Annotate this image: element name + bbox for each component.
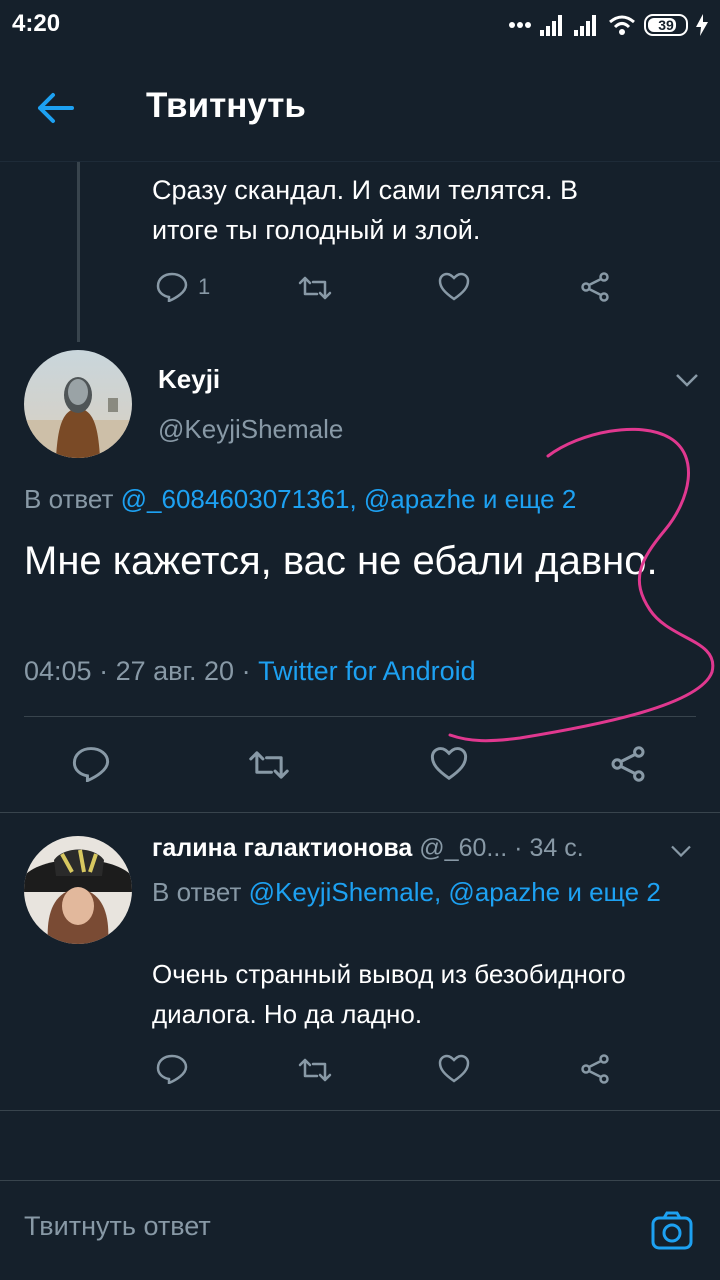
status-bar: 4:20 39	[0, 0, 720, 50]
author-handle[interactable]: @_60...	[419, 834, 507, 862]
tweet-meta: 04:05 · 27 авг. 20 · Twitter for Android	[24, 656, 476, 686]
divider	[0, 1110, 720, 1111]
reply-button[interactable]	[72, 746, 110, 782]
chevron-down-icon	[676, 374, 698, 387]
camera-button[interactable]	[650, 1209, 694, 1253]
reply-author-line: галина галактионова @_60... · 34 с.	[152, 834, 692, 863]
author-handle[interactable]: @KeyjiShemale	[158, 414, 343, 445]
avatar[interactable]	[24, 350, 132, 458]
share-button[interactable]	[580, 272, 610, 302]
wifi-icon	[608, 14, 636, 36]
share-icon	[581, 272, 609, 302]
reply-context: В ответ @_6084603071361, @apazhe и еще 2	[24, 484, 577, 514]
like-button[interactable]	[438, 1054, 470, 1084]
author-name[interactable]: галина галактионова	[152, 834, 412, 862]
avatar-image	[24, 350, 132, 458]
share-icon	[611, 746, 645, 782]
reply-mentions-link[interactable]: @KeyjiShemale, @apazhe и еще 2	[249, 877, 661, 907]
retweet-icon	[298, 276, 332, 300]
reply-icon	[72, 747, 110, 782]
camera-icon	[651, 1211, 693, 1250]
heart-icon	[438, 1054, 470, 1083]
author-name[interactable]: Keyji	[158, 364, 220, 395]
tweet-time: 04:05	[24, 656, 92, 686]
divider	[24, 716, 696, 717]
tweet-options-button[interactable]	[674, 370, 700, 390]
thread-line	[77, 162, 80, 342]
share-button[interactable]	[610, 746, 646, 782]
heart-icon	[438, 272, 470, 301]
tweet-time: · 34 с.	[514, 834, 584, 862]
arrow-left-icon	[38, 93, 74, 123]
divider	[0, 812, 720, 813]
status-icons: 39	[508, 12, 708, 38]
like-button[interactable]	[438, 272, 470, 302]
reply-icon	[156, 272, 188, 302]
back-button[interactable]	[34, 86, 78, 130]
retweet-icon	[249, 751, 289, 779]
chevron-down-icon	[671, 845, 691, 858]
compose-bar: Твитнуть ответ	[0, 1180, 720, 1280]
tweet-text: Мне кажется, вас не ебали давно.	[24, 539, 658, 583]
signal-icon	[540, 14, 566, 36]
battery-icon: 39	[644, 14, 688, 36]
share-button[interactable]	[580, 1054, 610, 1084]
app-header: Твитнуть	[0, 50, 720, 162]
previous-tweet-text[interactable]: Сразу скандал. И сами телятся. В итоге т…	[152, 170, 672, 250]
reply-count: 1	[198, 274, 211, 299]
retweet-button[interactable]	[297, 274, 333, 302]
reply-button[interactable]	[156, 1054, 188, 1084]
tweet-source-link[interactable]: Twitter for Android	[258, 656, 476, 686]
tweet-options-button[interactable]	[668, 842, 694, 860]
reply-compose-input[interactable]: Твитнуть ответ	[24, 1211, 211, 1242]
share-icon	[581, 1054, 609, 1084]
reply-context: В ответ @KeyjiShemale, @apazhe и еще 2	[152, 877, 661, 907]
retweet-button[interactable]	[297, 1056, 333, 1084]
tweet-text: Очень странный вывод из безобидного диал…	[152, 959, 626, 1029]
like-button[interactable]	[430, 746, 468, 782]
avatar-image	[24, 836, 132, 944]
page-title: Твитнуть	[146, 86, 306, 125]
heart-icon	[430, 747, 468, 781]
avatar[interactable]	[24, 836, 132, 944]
reply-mentions-link[interactable]: @_6084603071361, @apazhe и еще 2	[121, 484, 577, 514]
reply-icon	[156, 1054, 188, 1084]
retweet-button[interactable]	[247, 748, 291, 782]
retweet-icon	[298, 1058, 332, 1082]
more-dots-icon	[508, 21, 532, 29]
signal-icon-2	[574, 14, 600, 36]
reply-button[interactable]: 1	[156, 272, 210, 302]
status-time: 4:20	[12, 10, 61, 37]
charging-icon	[696, 14, 708, 36]
tweet-date: 27 авг. 20	[115, 656, 235, 686]
